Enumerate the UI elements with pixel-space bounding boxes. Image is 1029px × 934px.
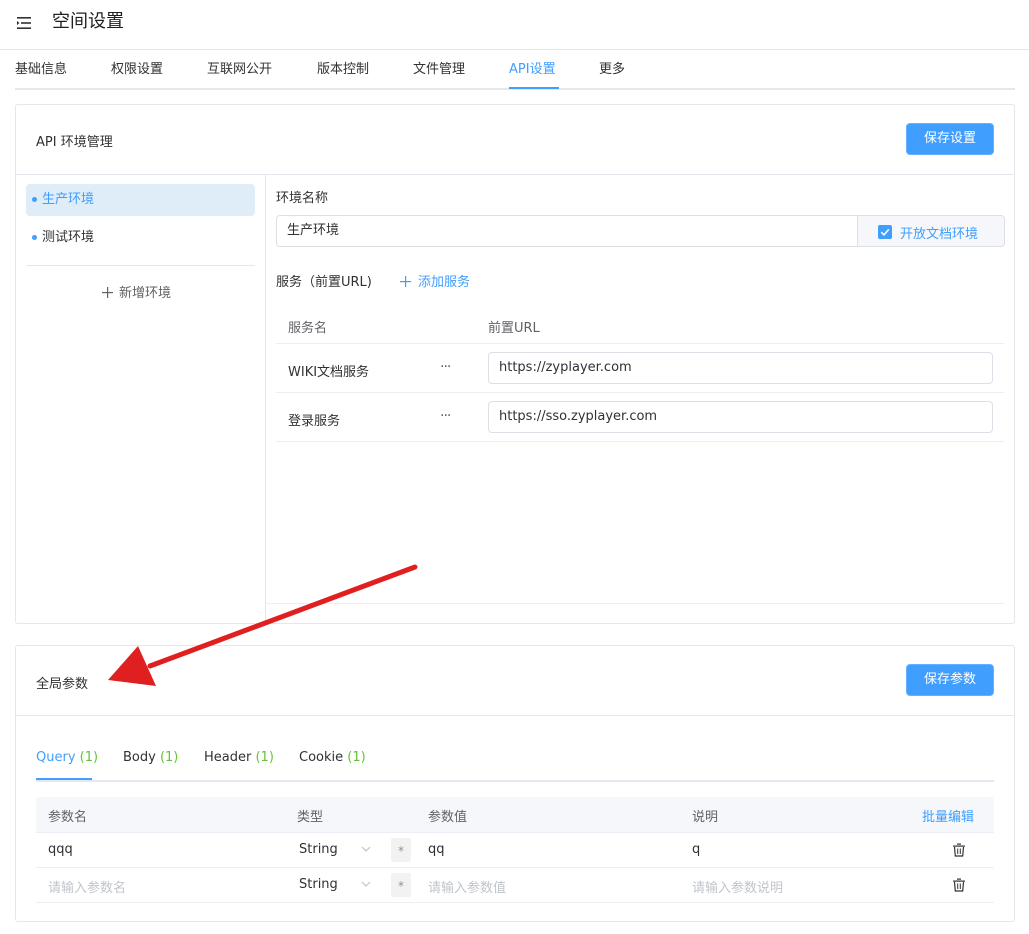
tab-label: Body <box>123 750 156 765</box>
service-name: WIKI文档服务 <box>288 365 370 380</box>
param-value-cell[interactable]: qq <box>428 842 445 857</box>
services-col-name: 服务名 <box>288 321 328 336</box>
tab-count: (1) <box>159 750 179 765</box>
divider <box>266 603 1004 604</box>
tab-query[interactable]: Query (1) <box>36 750 98 765</box>
type-select-value: String <box>299 877 338 892</box>
tab-permissions[interactable]: 权限设置 <box>111 61 163 79</box>
bullet-icon <box>32 235 37 240</box>
service-url-input[interactable]: https://sso.zyplayer.com <box>488 401 993 433</box>
env-item-test[interactable]: 测试环境 <box>26 222 255 254</box>
more-icon[interactable]: ··· <box>440 359 451 375</box>
tab-label: Cookie <box>299 750 344 765</box>
open-doc-env-label: 开放文档环境 <box>900 227 979 242</box>
tab-basic-info[interactable]: 基础信息 <box>15 61 67 79</box>
env-item-production[interactable]: 生产环境 <box>26 184 255 216</box>
col-param-name: 参数名 <box>48 810 88 825</box>
type-select[interactable]: String <box>292 870 382 900</box>
divider <box>26 265 255 266</box>
active-tab-indicator <box>509 87 559 89</box>
tab-header[interactable]: Header (1) <box>204 750 274 765</box>
plus-icon <box>102 287 113 298</box>
checkbox-checked-icon <box>878 225 892 239</box>
table-row-new: 请输入参数名 String * 请输入参数值 请输入参数说明 <box>36 868 994 903</box>
param-desc-input[interactable]: 请输入参数说明 <box>692 877 783 896</box>
col-type: 类型 <box>297 810 324 825</box>
tab-internet-public[interactable]: 互联网公开 <box>207 61 272 79</box>
params-table-header: 参数名 类型 参数值 说明 批量编辑 <box>36 797 994 833</box>
param-name-input[interactable]: 请输入参数名 <box>48 877 126 896</box>
save-settings-button[interactable]: 保存设置 <box>906 123 994 155</box>
batch-edit-link[interactable]: 批量编辑 <box>922 806 974 825</box>
save-params-button[interactable]: 保存参数 <box>906 664 994 696</box>
divider <box>265 175 266 624</box>
tab-label: Query <box>36 750 76 765</box>
tab-cookie[interactable]: Cookie (1) <box>299 750 366 765</box>
services-label: 服务（前置URL) <box>276 275 372 290</box>
col-description: 说明 <box>692 810 719 825</box>
open-doc-env-checkbox[interactable]: 开放文档环境 <box>858 215 1005 247</box>
tab-count: (1) <box>347 750 366 765</box>
tab-body[interactable]: Body (1) <box>123 750 178 765</box>
param-name-cell[interactable]: qqq <box>48 842 73 857</box>
service-name: 登录服务 <box>288 414 341 429</box>
menu-fold-icon[interactable] <box>16 15 32 31</box>
env-item-label: 生产环境 <box>42 192 95 207</box>
add-env-label: 新增环境 <box>119 286 172 301</box>
tab-more[interactable]: 更多 <box>599 61 625 79</box>
env-card-title: API 环境管理 <box>36 135 113 150</box>
tab-count: (1) <box>255 750 274 765</box>
trash-icon[interactable] <box>952 843 966 857</box>
param-desc-cell[interactable]: q <box>692 842 700 857</box>
top-bar: 空间设置 <box>0 0 1029 50</box>
divider <box>16 715 1014 716</box>
services-col-url: 前置URL <box>488 321 540 336</box>
services-table-header: 服务名 前置URL <box>276 305 1004 344</box>
table-row: qqq String * qq q <box>36 833 994 868</box>
chevron-down-icon <box>361 881 371 887</box>
page-title: 空间设置 <box>52 11 124 32</box>
more-icon[interactable]: ··· <box>440 408 451 424</box>
col-param-value: 参数值 <box>428 810 468 825</box>
tab-label: Header <box>204 750 252 765</box>
add-env-button[interactable]: 新增环境 <box>102 282 171 301</box>
required-toggle[interactable]: * <box>391 873 411 897</box>
table-row: WIKI文档服务 ··· https://zyplayer.com <box>276 344 1004 393</box>
add-service-button[interactable]: 添加服务 <box>400 271 470 290</box>
plus-icon <box>400 276 411 287</box>
add-service-label: 添加服务 <box>418 275 471 290</box>
active-tab-indicator <box>36 778 92 780</box>
required-toggle[interactable]: * <box>391 838 411 862</box>
table-row: 登录服务 ··· https://sso.zyplayer.com <box>276 393 1004 442</box>
global-params-card: 全局参数 保存参数 Query (1) Body (1) Header (1) … <box>15 645 1015 922</box>
env-name-input[interactable]: 生产环境 <box>276 215 858 247</box>
api-env-card: API 环境管理 保存设置 生产环境 测试环境 新增环境 环境名称 生产环境 开… <box>15 104 1015 624</box>
bullet-icon <box>32 197 37 202</box>
chevron-down-icon <box>361 846 371 852</box>
param-value-input[interactable]: 请输入参数值 <box>428 877 506 896</box>
type-select-value: String <box>299 842 338 857</box>
env-item-label: 测试环境 <box>42 230 95 245</box>
type-select[interactable]: String <box>292 835 382 865</box>
divider <box>16 174 1014 175</box>
service-url-input[interactable]: https://zyplayer.com <box>488 352 993 384</box>
settings-tabs: 基础信息 权限设置 互联网公开 版本控制 文件管理 API设置 更多 <box>15 52 1015 90</box>
tab-api-settings[interactable]: API设置 <box>509 61 556 79</box>
tab-count: (1) <box>79 750 99 765</box>
param-tabs: Query (1) Body (1) Header (1) Cookie (1) <box>36 744 994 782</box>
trash-icon[interactable] <box>952 878 966 892</box>
env-name-label: 环境名称 <box>276 191 329 206</box>
tab-file-management[interactable]: 文件管理 <box>413 61 465 79</box>
params-card-title: 全局参数 <box>36 677 89 692</box>
tab-version-control[interactable]: 版本控制 <box>317 61 369 79</box>
